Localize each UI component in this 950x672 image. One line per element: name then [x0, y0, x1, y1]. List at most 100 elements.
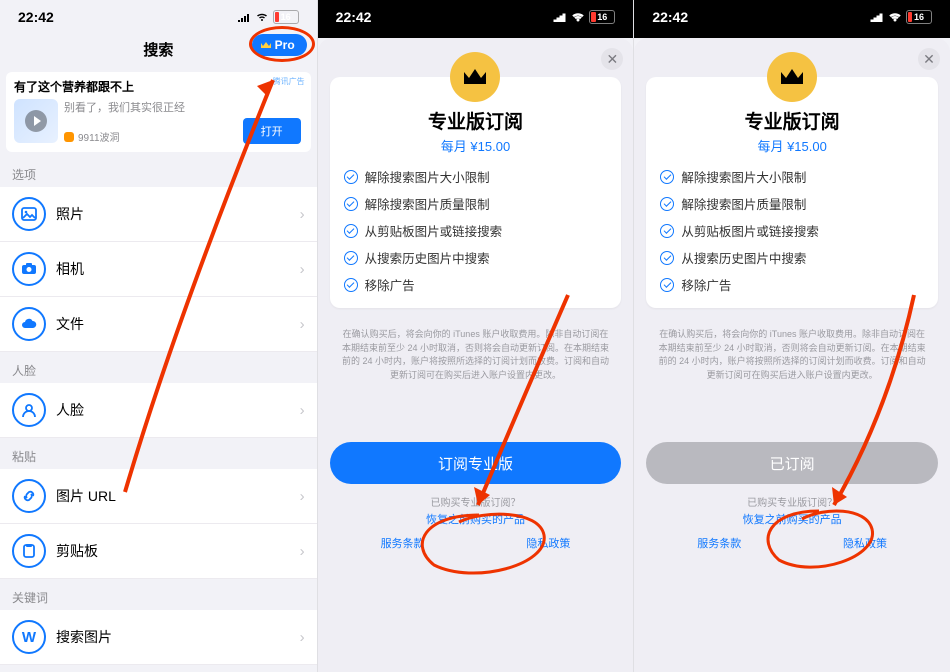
check-icon	[660, 197, 674, 211]
ad-open-button[interactable]: 打开	[243, 118, 301, 144]
subscribe-button[interactable]: 订阅专业版	[330, 442, 622, 484]
pro-button-label: Pro	[275, 38, 295, 52]
subscription-title: 专业版订阅	[344, 107, 608, 134]
status-time: 22:42	[652, 9, 688, 25]
pro-button[interactable]: Pro	[252, 34, 307, 56]
status-icons: 16	[237, 10, 299, 24]
subscription-sheet: ✕ 专业版订阅 每月 ¥15.00 解除搜索图片大小限制 解除搜索图片质量限制 …	[318, 38, 634, 672]
feature-item: 从搜索历史图片中搜索	[660, 248, 924, 267]
wifi-icon	[255, 12, 269, 22]
subscription-card: 专业版订阅 每月 ¥15.00 解除搜索图片大小限制 解除搜索图片质量限制 从剪…	[330, 77, 622, 308]
privacy-link[interactable]: 隐私政策	[843, 535, 887, 551]
subscription-sheet: ✕ 专业版订阅 每月 ¥15.00 解除搜索图片大小限制 解除搜索图片质量限制 …	[634, 38, 950, 672]
subscription-card: 专业版订阅 每月 ¥15.00 解除搜索图片大小限制 解除搜索图片质量限制 从剪…	[646, 77, 938, 308]
feature-list: 解除搜索图片大小限制 解除搜索图片质量限制 从剪贴板图片或链接搜索 从搜索历史图…	[660, 167, 924, 294]
feature-item: 解除搜索图片质量限制	[344, 194, 608, 213]
row-face[interactable]: 人脸 ›	[0, 383, 317, 438]
ad-subtitle: 别看了，我们其实很正经	[64, 99, 303, 115]
feature-item: 从搜索历史图片中搜索	[344, 248, 608, 267]
tos-link[interactable]: 服务条款	[381, 535, 425, 551]
check-icon	[660, 278, 674, 292]
check-icon	[344, 170, 358, 184]
screenshot-2: 22:42 16 ✕ 专业版订阅 每月 ¥15.00 解除搜索图片大小限制 解除…	[317, 0, 634, 672]
close-button[interactable]: ✕	[601, 48, 623, 70]
privacy-link[interactable]: 隐私政策	[526, 535, 570, 551]
section-history: 历史	[0, 665, 317, 672]
status-time: 22:42	[18, 9, 54, 25]
chevron-right-icon: ›	[300, 543, 305, 560]
signal-icon	[553, 12, 567, 22]
crown-icon	[779, 67, 805, 87]
w-icon: W	[12, 620, 46, 654]
photo-icon	[12, 197, 46, 231]
status-time: 22:42	[336, 9, 372, 25]
check-icon	[660, 251, 674, 265]
check-icon	[660, 170, 674, 184]
wifi-icon	[888, 12, 902, 22]
feature-item: 移除广告	[660, 275, 924, 294]
check-icon	[344, 251, 358, 265]
restore-purchase-link[interactable]: 恢复之前购买的产品	[330, 511, 622, 527]
subscription-price: 每月 ¥15.00	[344, 136, 608, 155]
chevron-right-icon: ›	[300, 629, 305, 646]
feature-item: 从剪贴板图片或链接搜索	[344, 221, 608, 240]
ad-card[interactable]: 腾讯广告 有了这个营养都跟不上 别看了，我们其实很正经 9911波洞 打开	[6, 72, 311, 152]
clipboard-icon	[12, 534, 46, 568]
check-icon	[344, 224, 358, 238]
close-button[interactable]: ✕	[918, 48, 940, 70]
check-icon	[344, 197, 358, 211]
battery-icon: 16	[589, 10, 615, 24]
signal-icon	[870, 12, 884, 22]
crown-icon	[462, 67, 488, 87]
feature-list: 解除搜索图片大小限制 解除搜索图片质量限制 从剪贴板图片或链接搜索 从搜索历史图…	[344, 167, 608, 294]
page-title: 搜索	[143, 39, 173, 60]
section-faces: 人脸	[0, 352, 317, 383]
already-purchased-label: 已购买专业版订阅？	[330, 494, 622, 509]
screenshot-3: 22:42 16 ✕ 专业版订阅 每月 ¥15.00 解除搜索图片大小限制 解除…	[633, 0, 950, 672]
camera-icon	[12, 252, 46, 286]
row-image-url[interactable]: 图片 URL ›	[0, 469, 317, 524]
nav-bar: 搜索 Pro	[0, 30, 317, 68]
status-icons: 16	[553, 10, 615, 24]
chevron-right-icon: ›	[300, 261, 305, 278]
row-file[interactable]: 文件 ›	[0, 297, 317, 352]
disclaimer-text: 在确认购买后，将会向你的 iTunes 账户收取费用。除非自动订阅在本期结束前至…	[330, 328, 622, 382]
ad-title: 有了这个营养都跟不上	[14, 78, 303, 95]
subscribed-button: 已订阅	[646, 442, 938, 484]
status-icons: 16	[870, 10, 932, 24]
crown-badge	[767, 52, 817, 102]
status-bar: 22:42 16	[318, 0, 634, 30]
chevron-right-icon: ›	[300, 316, 305, 333]
crown-icon	[260, 40, 272, 50]
play-icon	[25, 110, 47, 132]
battery-icon: 16	[273, 10, 299, 24]
screenshot-1: 22:42 16 搜索 Pro 腾讯广告 有了这个营养都跟不上 别看了，我们其实…	[0, 0, 317, 672]
section-paste: 粘贴	[0, 438, 317, 469]
tos-link[interactable]: 服务条款	[697, 535, 741, 551]
check-icon	[660, 224, 674, 238]
row-search-image[interactable]: W搜索图片 ›	[0, 610, 317, 665]
battery-icon: 16	[906, 10, 932, 24]
restore-purchase-link[interactable]: 恢复之前购买的产品	[646, 511, 938, 527]
status-bar: 22:42 16	[634, 0, 950, 30]
feature-item: 解除搜索图片大小限制	[344, 167, 608, 186]
feature-item: 解除搜索图片质量限制	[660, 194, 924, 213]
status-bar: 22:42 16	[0, 0, 317, 30]
ad-tag: 腾讯广告	[273, 76, 305, 87]
feature-item: 移除广告	[344, 275, 608, 294]
check-icon	[344, 278, 358, 292]
section-options: 选项	[0, 156, 317, 187]
face-icon	[12, 393, 46, 427]
chevron-right-icon: ›	[300, 402, 305, 419]
ad-thumbnail[interactable]	[14, 99, 58, 143]
cloud-icon	[12, 307, 46, 341]
subscription-title: 专业版订阅	[660, 107, 924, 134]
row-camera[interactable]: 相机 ›	[0, 242, 317, 297]
link-icon	[12, 479, 46, 513]
signal-icon	[237, 12, 251, 22]
feature-item: 解除搜索图片大小限制	[660, 167, 924, 186]
row-photo[interactable]: 照片 ›	[0, 187, 317, 242]
row-clipboard[interactable]: 剪贴板 ›	[0, 524, 317, 579]
subscription-price: 每月 ¥15.00	[660, 136, 924, 155]
chevron-right-icon: ›	[300, 488, 305, 505]
